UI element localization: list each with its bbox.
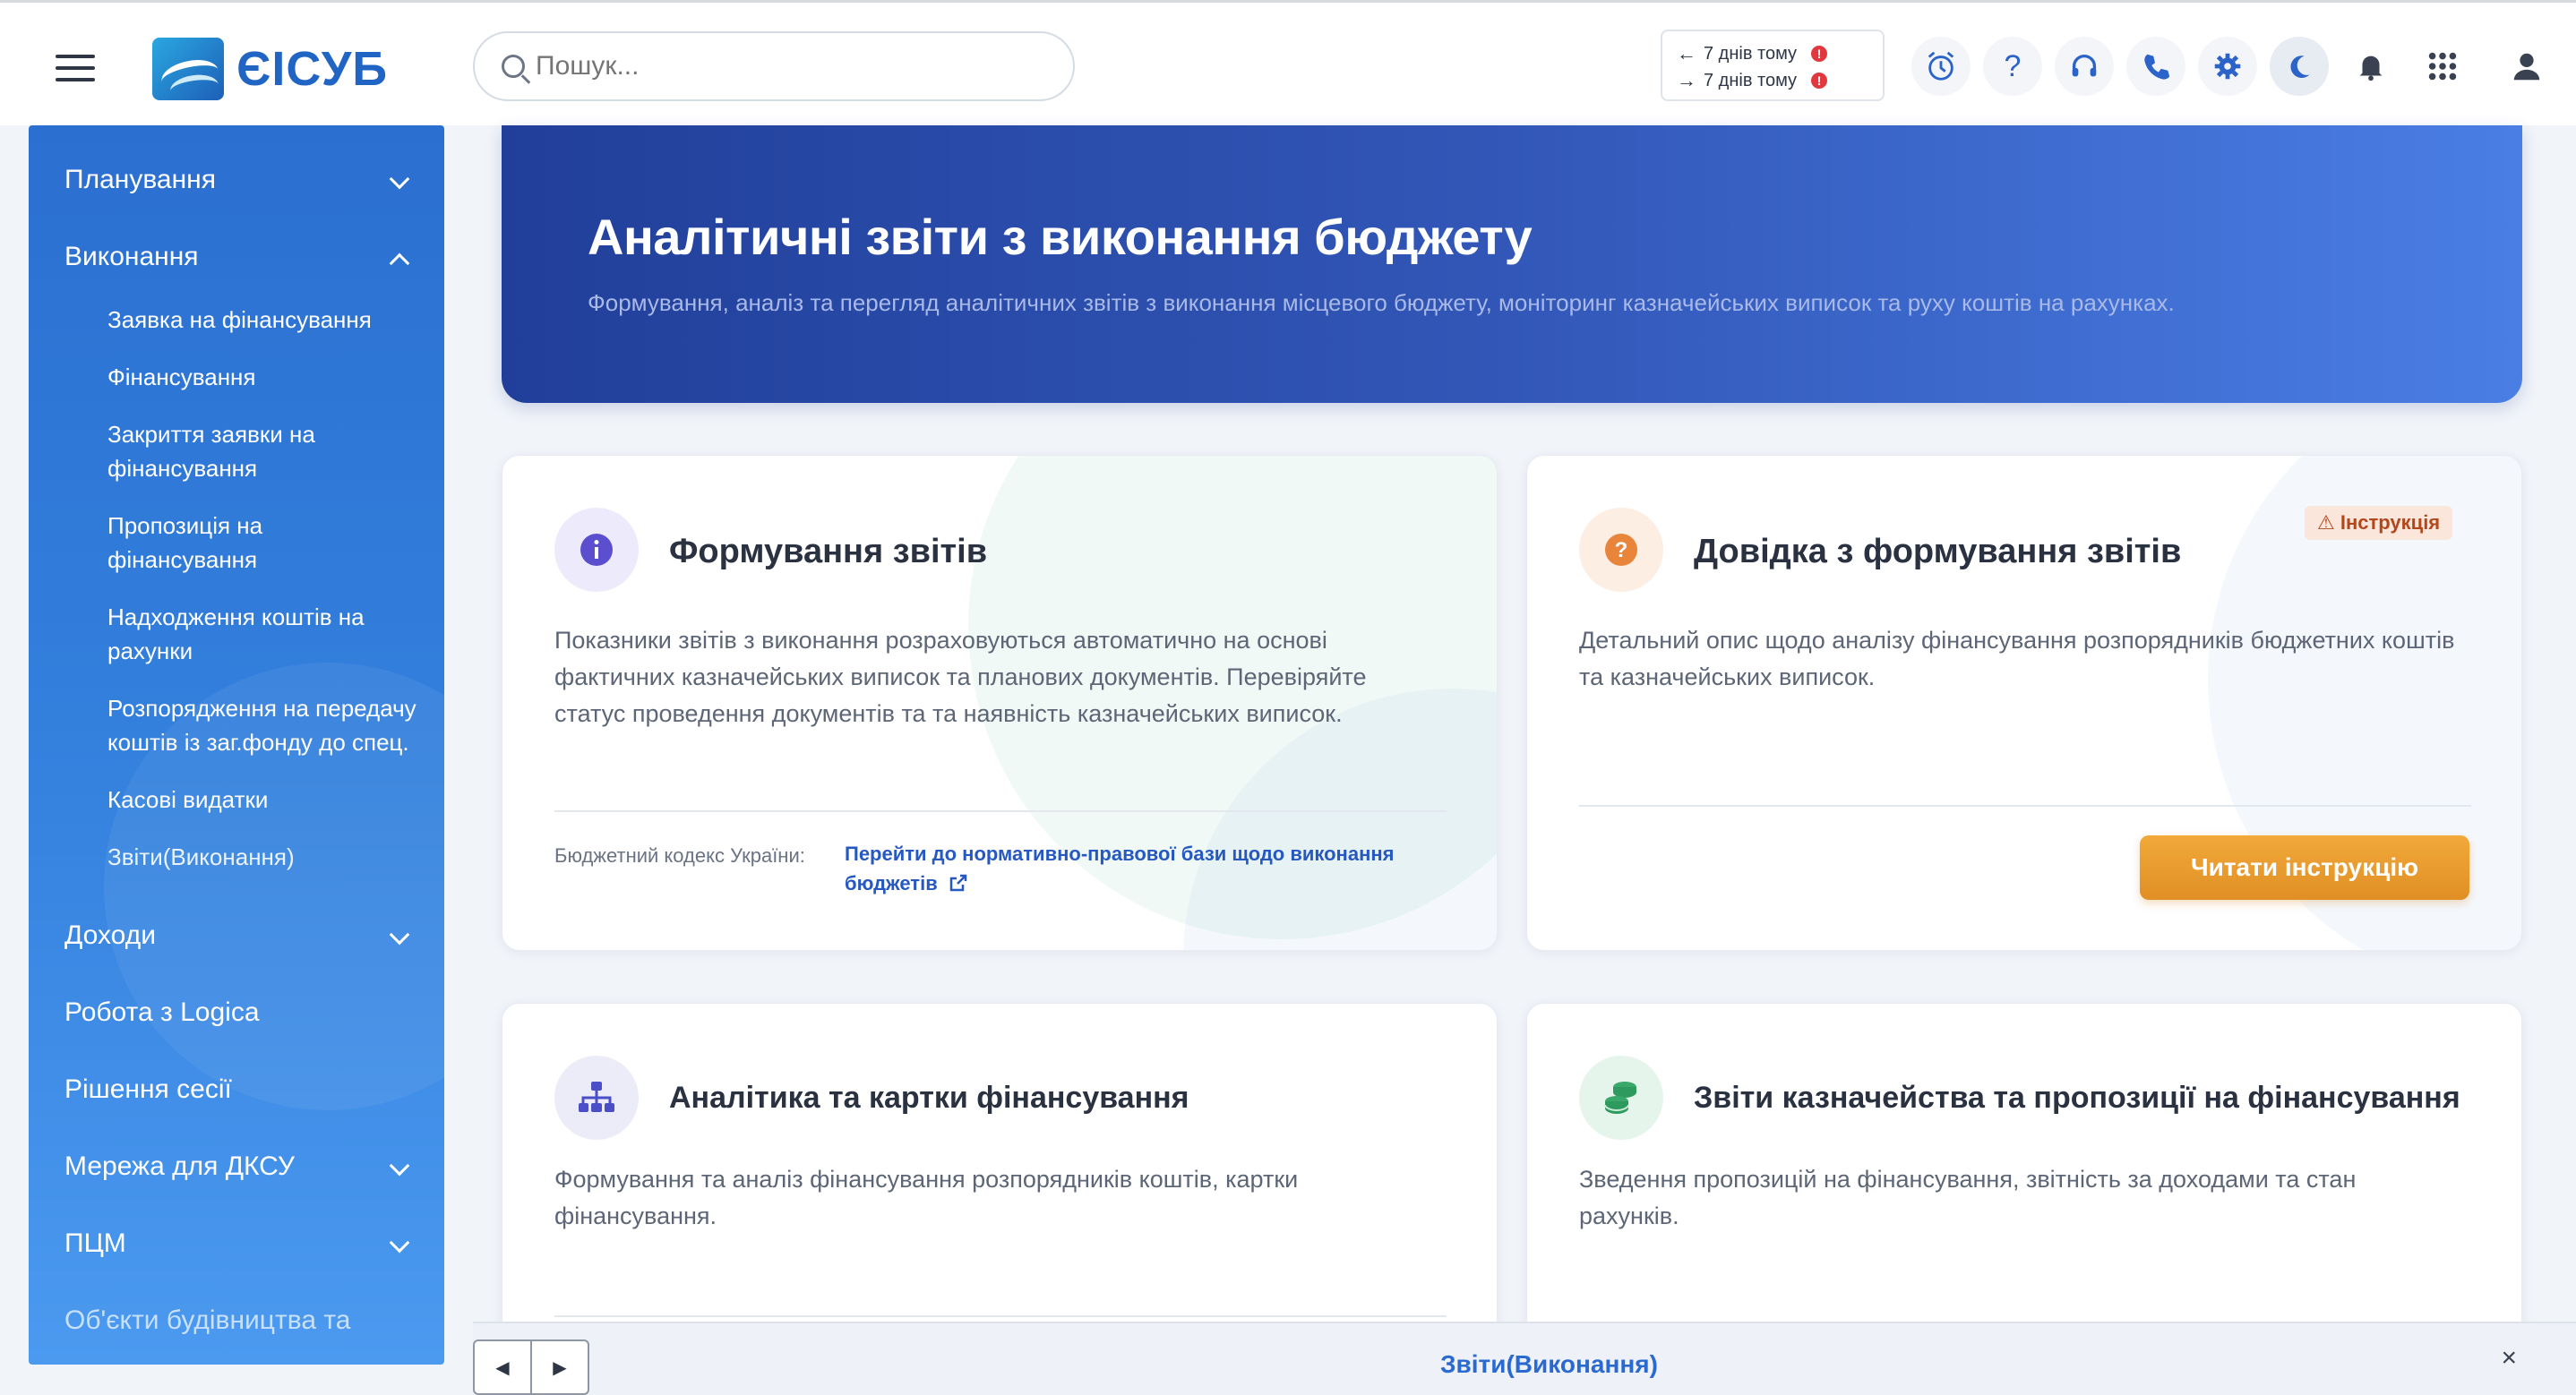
sidebar-item-label: Рішення сесії <box>64 1074 232 1104</box>
card-title: Формування звітів <box>669 533 988 570</box>
page-subtitle: Формування, аналіз та перегляд аналітичн… <box>588 289 2175 316</box>
sidebar-subitem-transfer-order[interactable]: Розпорядження на передачу коштів із заг.… <box>29 691 444 759</box>
sidebar-item-construction[interactable]: Об'єкти будівництва та <box>29 1282 444 1359</box>
history-forward[interactable]: → 7 днів тому ! <box>1677 67 1868 94</box>
sidebar-item-logica[interactable]: Робота з Logica <box>29 974 444 1051</box>
menu-icon[interactable] <box>56 55 95 81</box>
info-icon <box>580 534 613 566</box>
hierarchy-icon <box>579 1082 614 1112</box>
topbar-icons: ? <box>1911 37 2569 96</box>
card-text: Показники звітів з виконання розраховуют… <box>554 627 1367 727</box>
apps-grid-icon[interactable] <box>2413 37 2472 96</box>
warning-icon: ⚠ <box>2317 511 2335 534</box>
headset-icon[interactable] <box>2055 37 2114 96</box>
instruction-badge: ⚠ Інструкція <box>2305 506 2453 540</box>
tab-reports-execution[interactable]: Звіти(Виконання) <box>1440 1350 1658 1379</box>
card-title: Звіти казначейства та пропозиції на фіна… <box>1694 1081 2460 1115</box>
sidebar-item-label: Об'єкти будівництва та <box>64 1305 351 1335</box>
sidebar-item-label: ПЦМ <box>64 1228 126 1258</box>
external-link-icon <box>949 874 967 892</box>
prev-tab-button[interactable]: ◀ <box>475 1341 532 1393</box>
sidebar-subitem-reports[interactable]: Звіти(Виконання) <box>29 840 444 874</box>
arrow-left-icon: ← <box>1677 42 1696 64</box>
sidebar-item-planning[interactable]: Планування <box>29 141 444 218</box>
moon-icon[interactable] <box>2270 37 2329 96</box>
sidebar-item-revenues[interactable]: Доходи <box>29 897 444 974</box>
search-box[interactable] <box>473 31 1075 101</box>
legal-base-link[interactable]: Перейти до нормативно-правової бази щодо… <box>845 839 1454 898</box>
history-back-label: 7 днів тому <box>1704 43 1798 64</box>
sidebar-item-label: Робота з Logica <box>64 997 260 1027</box>
card-divider <box>1579 805 2471 807</box>
card-icon-wrap <box>1579 1056 1663 1140</box>
svg-text:?: ? <box>1615 538 1628 562</box>
arrow-right-icon: → <box>1677 69 1696 91</box>
next-tab-button[interactable]: ▶ <box>532 1341 588 1393</box>
sidebar-subitem-receipts[interactable]: Надходження коштів на рахунки <box>29 600 444 668</box>
alert-icon: ! <box>1811 46 1828 62</box>
search-icon <box>502 55 525 78</box>
sidebar: Планування Виконання Заявка на фінансува… <box>29 125 444 1365</box>
bell-icon[interactable] <box>2341 37 2400 96</box>
sidebar-item-label: Доходи <box>64 920 156 950</box>
card-report-generation: Формування звітів Показники звітів з вик… <box>502 455 1498 951</box>
card-divider <box>554 1315 1447 1317</box>
sidebar-item-dksu-network[interactable]: Мережа для ДКСУ <box>29 1128 444 1205</box>
search-input[interactable] <box>536 51 1055 81</box>
sidebar-subitem-funding-request[interactable]: Заявка на фінансування <box>29 303 444 337</box>
sidebar-subitem-cash-expenses[interactable]: Касові видатки <box>29 783 444 817</box>
sidebar-item-label: Мережа для ДКСУ <box>64 1151 295 1181</box>
sidebar-item-session-decisions[interactable]: Рішення сесії <box>29 1051 444 1128</box>
chevron-down-icon <box>389 1232 410 1254</box>
instruction-badge-label: Інструкція <box>2340 511 2441 534</box>
card-divider <box>554 810 1447 812</box>
sidebar-subitem-funding-proposal[interactable]: Пропозиція на фінансування <box>29 509 444 577</box>
page-hero: Аналітичні звіти з виконання бюджету Фор… <box>502 125 2522 403</box>
top-bar: ЄІСУБ ← 7 днів тому ! → 7 днів тому ! ? <box>0 0 2576 125</box>
card-icon-wrap <box>554 1056 639 1140</box>
sidebar-item-label: Планування <box>64 165 216 194</box>
close-tab-icon[interactable]: × <box>2501 1343 2517 1374</box>
history-forward-label: 7 днів тому <box>1704 70 1798 90</box>
sidebar-item-pcm[interactable]: ПЦМ <box>29 1205 444 1282</box>
app-logo[interactable]: ЄІСУБ <box>152 35 388 103</box>
logo-text: ЄІСУБ <box>236 42 389 96</box>
open-tabs-bar: ◀ ▶ Звіти(Виконання) × <box>473 1322 2576 1395</box>
tab-navigation: ◀ ▶ <box>473 1339 589 1395</box>
card-help: ? Довідка з формування звітів ⚠ Інструкц… <box>1526 455 2522 951</box>
card-icon-wrap: ? <box>1579 508 1663 592</box>
card-icon-wrap <box>554 508 639 592</box>
user-icon[interactable] <box>2497 37 2556 96</box>
sidebar-item-execution[interactable]: Виконання <box>29 218 444 295</box>
chevron-up-icon <box>389 252 410 274</box>
help-icon[interactable]: ? <box>1983 37 2042 96</box>
coins-icon <box>1604 1082 1636 1114</box>
chevron-down-icon <box>389 168 410 190</box>
question-icon: ? <box>1605 534 1637 566</box>
alarm-clock-icon[interactable] <box>1911 37 1971 96</box>
help-glyph: ? <box>2004 48 2022 83</box>
history-back[interactable]: ← 7 днів тому ! <box>1677 40 1868 67</box>
card-title: Аналітика та картки фінансування <box>669 1081 1189 1115</box>
card-text: Формування та аналіз фінансування розпор… <box>554 1166 1299 1229</box>
chevron-down-icon <box>389 924 410 946</box>
sidebar-item-label: Виконання <box>64 242 199 271</box>
phone-icon[interactable] <box>2126 37 2185 96</box>
logo-mark-icon <box>152 38 224 100</box>
sidebar-subitem-funding[interactable]: Фінансування <box>29 360 444 394</box>
legal-base-link-text: Перейти до нормативно-правової бази щодо… <box>845 843 1395 894</box>
sidebar-subitem-close-request[interactable]: Закриття заявки на фінансування <box>29 417 444 485</box>
chevron-down-icon <box>389 1155 410 1177</box>
card-title: Довідка з формування звітів <box>1694 533 2182 570</box>
budget-code-label: Бюджетний кодекс України: <box>554 844 805 867</box>
card-text: Детальний опис щодо аналізу фінансування… <box>1579 627 2455 690</box>
card-text: Зведення пропозицій на фінансування, зві… <box>1579 1166 2357 1229</box>
history-widget[interactable]: ← 7 днів тому ! → 7 днів тому ! <box>1661 30 1885 101</box>
gear-icon[interactable] <box>2198 37 2257 96</box>
read-instruction-button[interactable]: Читати інструкцію <box>2140 835 2469 900</box>
alert-icon: ! <box>1811 73 1828 89</box>
page-title: Аналітичні звіти з виконання бюджету <box>588 209 1533 265</box>
